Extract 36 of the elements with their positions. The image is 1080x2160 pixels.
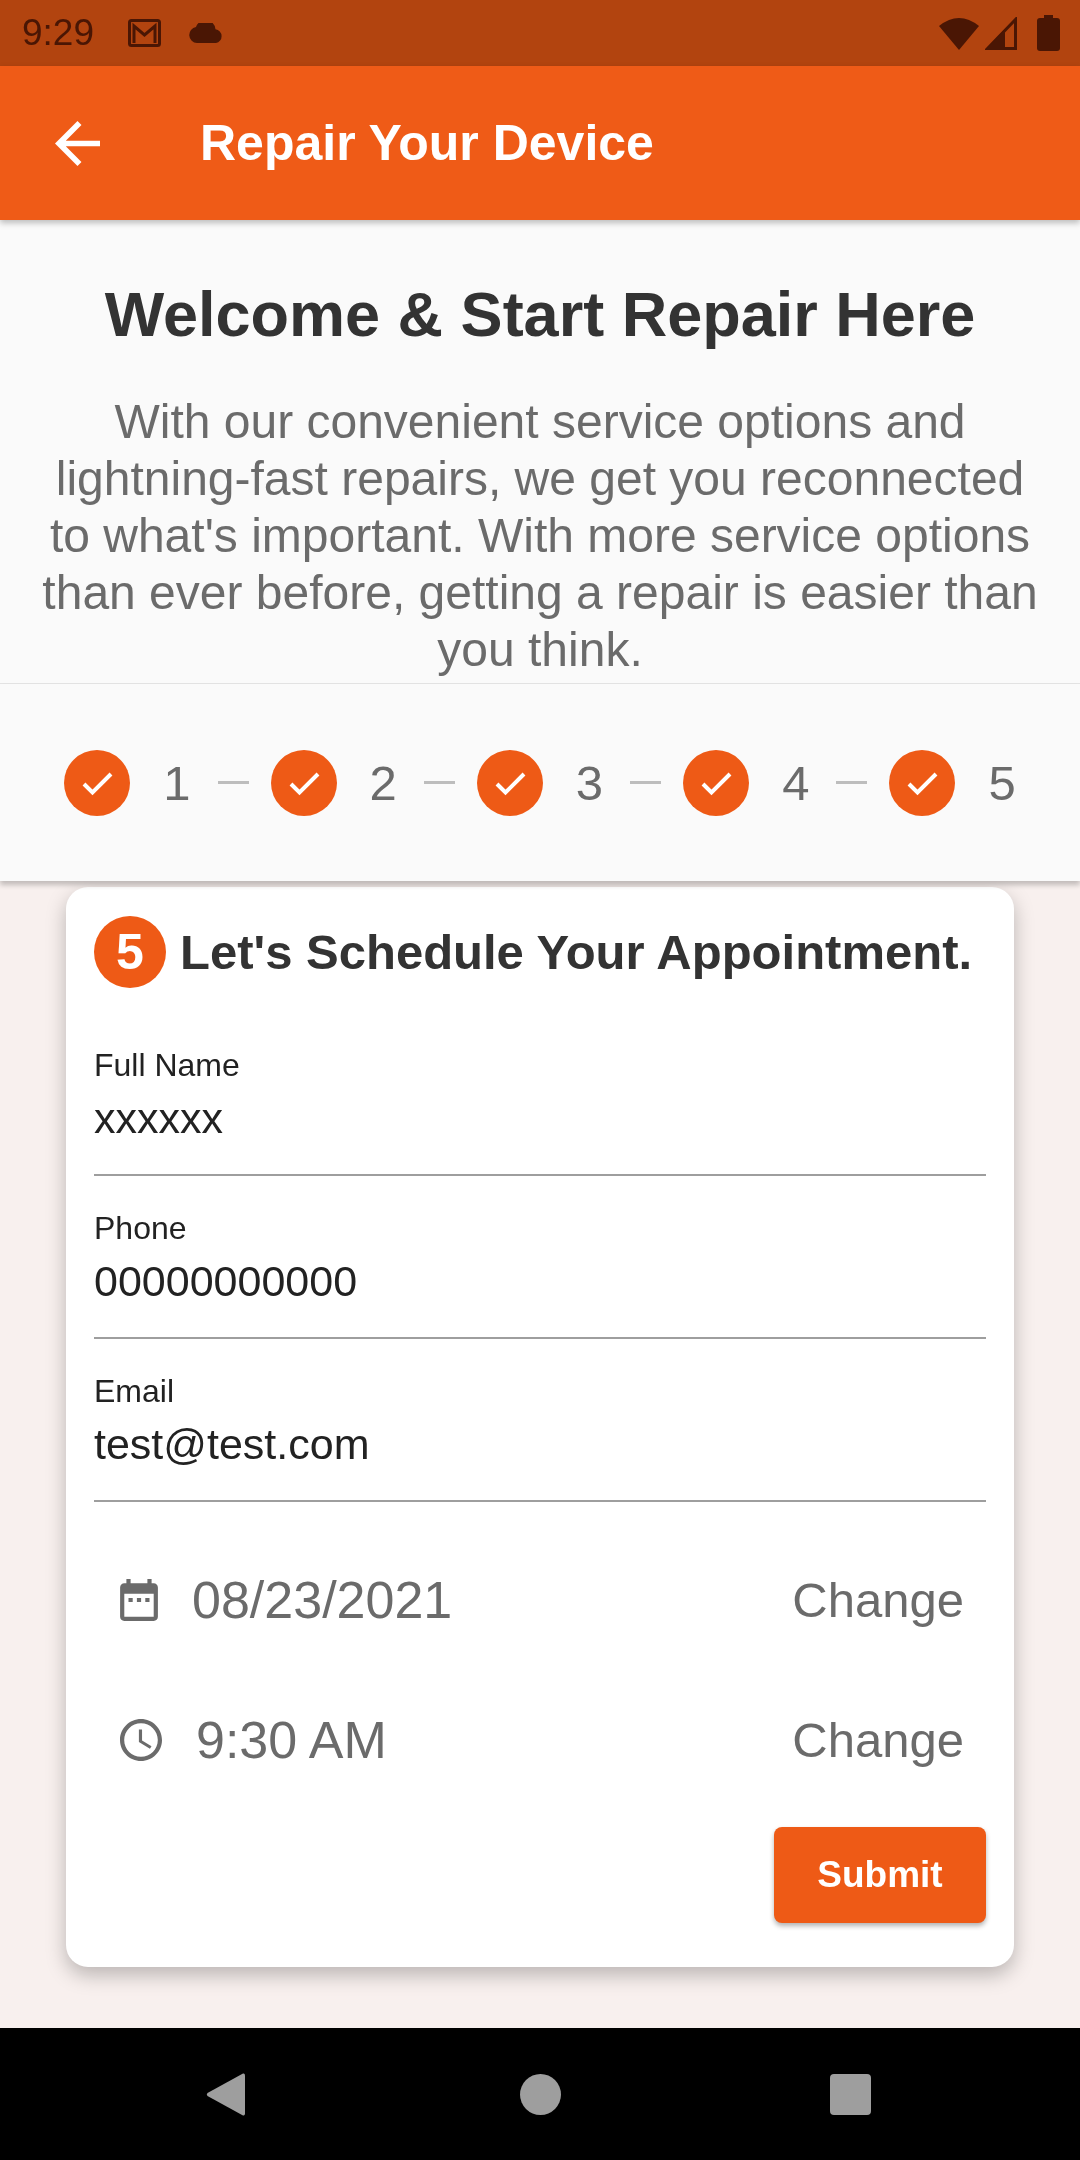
- text-input-field[interactable]: test@test.com: [94, 1418, 986, 1502]
- intro-paragraph: With our convenient service options and lightning-fast repairs, we get you reconnected to what's important. With more service options than ever before, getting a repair is easier than you think.: [41, 394, 1039, 678]
- status-time: 9:29: [22, 12, 94, 54]
- clock-icon: [120, 1719, 162, 1761]
- step-connector: [217, 781, 249, 784]
- step-number: 4: [782, 754, 810, 811]
- card-title: Let's Schedule Your Appointment.: [180, 924, 973, 981]
- home-icon[interactable]: [520, 2073, 561, 2115]
- step-connector: [423, 781, 455, 784]
- recent-apps-icon[interactable]: [830, 2073, 871, 2115]
- text-input-field[interactable]: 00000000000: [94, 1255, 986, 1339]
- time-text: 9:30 AM: [196, 1710, 387, 1770]
- step-number: 3: [575, 754, 604, 811]
- text-input-field[interactable]: xxxxxx: [94, 1092, 986, 1176]
- step-number: 1: [163, 754, 191, 811]
- app-bar-title: Repair Your Device: [200, 114, 654, 173]
- step-connector: [630, 781, 662, 784]
- step-number: 2: [369, 754, 397, 811]
- cloud-icon: [188, 23, 224, 43]
- field-label: Phone: [94, 1210, 187, 1246]
- change-button[interactable]: Change: [792, 1710, 964, 1770]
- calendar-icon: [120, 1579, 158, 1621]
- wifi-icon: [939, 16, 979, 50]
- back-arrow-icon[interactable]: [55, 120, 100, 166]
- mail-icon: [128, 19, 161, 47]
- date-text: 08/23/2021: [192, 1570, 453, 1630]
- back-icon[interactable]: [206, 2071, 245, 2117]
- step-connector: [836, 781, 868, 784]
- signal-icon: [985, 16, 1017, 50]
- welcome-heading: Welcome & Start Repair Here: [104, 279, 976, 349]
- field-label: Full Name: [94, 1047, 240, 1083]
- change-button[interactable]: Change: [792, 1570, 964, 1630]
- field-label: Email: [94, 1373, 174, 1409]
- battery-icon: [1037, 15, 1060, 51]
- step-badge: 5: [94, 916, 166, 988]
- step-number: 5: [988, 754, 1016, 811]
